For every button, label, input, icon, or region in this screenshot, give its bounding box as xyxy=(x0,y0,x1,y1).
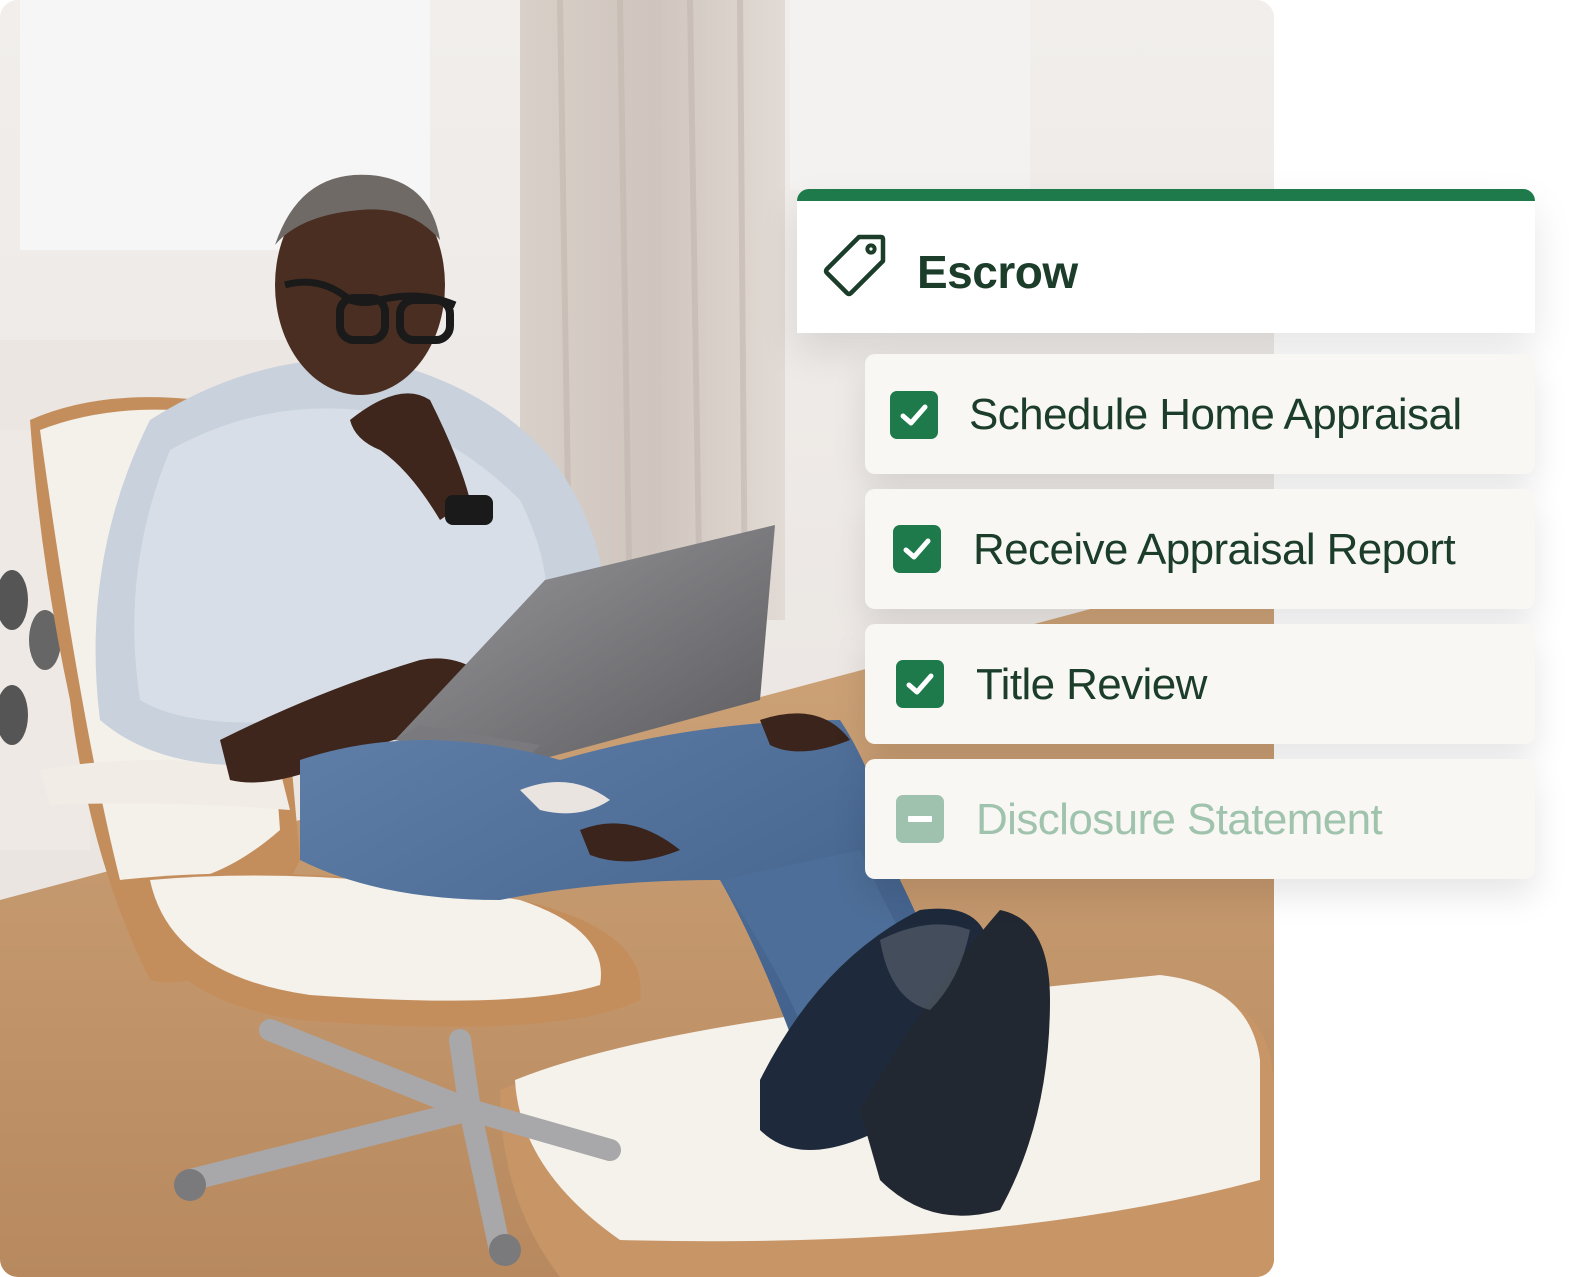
checkbox-indeterminate-icon[interactable] xyxy=(896,795,944,843)
task-item-disclosure-statement[interactable]: Disclosure Statement xyxy=(865,759,1535,879)
escrow-card: Escrow xyxy=(797,189,1535,333)
escrow-title: Escrow xyxy=(917,246,1078,298)
task-item-title-review[interactable]: Title Review xyxy=(865,624,1535,744)
task-item-receive-appraisal-report[interactable]: Receive Appraisal Report xyxy=(865,489,1535,609)
dash-mark-svg xyxy=(896,795,944,843)
task-label: Receive Appraisal Report xyxy=(973,525,1456,574)
checkbox-checked-icon[interactable] xyxy=(893,525,941,573)
tag-icon xyxy=(823,231,889,297)
task-label: Schedule Home Appraisal xyxy=(969,390,1462,439)
check-mark-svg xyxy=(890,391,938,439)
checkbox-checked-icon[interactable] xyxy=(896,660,944,708)
task-label: Disclosure Statement xyxy=(976,795,1383,844)
task-item-schedule-home-appraisal[interactable]: Schedule Home Appraisal xyxy=(865,354,1535,474)
tag-icon-svg xyxy=(823,234,886,297)
task-label: Title Review xyxy=(976,660,1207,709)
check-mark-svg xyxy=(893,525,941,573)
checkbox-checked-icon[interactable] xyxy=(890,391,938,439)
check-mark-svg xyxy=(896,660,944,708)
